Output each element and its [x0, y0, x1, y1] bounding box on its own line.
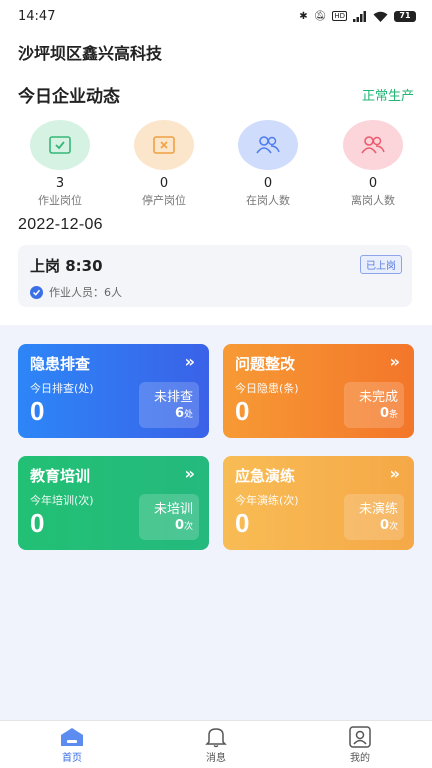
card-pending-box: 未演练 0次: [344, 494, 404, 540]
stat-label: 在岗人数: [246, 194, 290, 207]
mute-icon: 🔕︎: [313, 10, 327, 22]
pending-count: 0次: [174, 518, 193, 533]
pending-label: 未演练: [358, 502, 398, 517]
stat-work-posts[interactable]: 3 作业岗位: [15, 120, 105, 208]
card-value: 0: [235, 508, 250, 538]
home-icon: [61, 727, 83, 746]
pending-label: 未排查: [153, 390, 193, 405]
card-hazard-check[interactable]: 隐患排查 » 今日排查(处) 0 未排查 6处: [18, 344, 209, 438]
production-status[interactable]: 正常生产: [362, 85, 414, 104]
pending-count: 6处: [174, 406, 193, 421]
stat-label: 作业岗位: [38, 194, 82, 207]
shift-workers: 作业人员：6人: [30, 284, 122, 300]
profile-icon: [349, 725, 371, 748]
stat-stopped-posts[interactable]: 0 停产岗位: [119, 120, 209, 208]
company-name: 沙坪坝区鑫兴高科技: [18, 44, 163, 63]
check-circle-icon: [30, 285, 43, 299]
stat-on-duty[interactable]: 0 在岗人数: [223, 120, 313, 208]
nav-messages[interactable]: 消息: [144, 721, 288, 768]
dynamics-title: 今日企业动态: [18, 87, 120, 107]
x-box-icon: [153, 136, 175, 154]
card-sublabel: 今日排查(处): [30, 382, 94, 395]
status-bar: 14:47 ✱ 🔕︎ HD 71: [0, 0, 432, 32]
double-chevron-icon: »: [389, 464, 400, 483]
nav-home[interactable]: 首页: [0, 721, 144, 768]
current-date: 2022-12-06: [18, 216, 103, 233]
nav-label: 我的: [350, 752, 370, 764]
people-icon: [256, 136, 280, 154]
stat-value: 0: [263, 176, 273, 191]
signal-icon: [353, 10, 366, 22]
card-issue-rectify[interactable]: 问题整改 » 今日隐患(条) 0 未完成 0条: [223, 344, 414, 438]
shift-time: 上岗 8:30: [30, 257, 103, 275]
wifi-icon: [373, 11, 388, 22]
stat-value: 0: [159, 176, 169, 191]
pending-label: 未培训: [153, 502, 193, 517]
card-sublabel: 今年培训(次): [30, 494, 94, 507]
workers-count: 作业人员：6人: [49, 286, 122, 299]
status-icons: ✱ 🔕︎ HD 71: [299, 10, 416, 22]
stats-row: 3 作业岗位 0 停产岗位 0 在岗人数 0 离岗人数: [0, 120, 432, 210]
card-pending-box: 未完成 0条: [344, 382, 404, 428]
card-emergency-drill[interactable]: 应急演练 » 今年演练(次) 0 未演练 0次: [223, 456, 414, 550]
card-value: 0: [30, 508, 45, 538]
bell-icon: [205, 727, 227, 747]
battery-icon: 71: [394, 10, 416, 22]
status-time: 14:47: [18, 8, 56, 24]
nav-label: 消息: [206, 752, 226, 764]
card-sublabel: 今年演练(次): [235, 494, 299, 507]
card-pending-box: 未培训 0次: [139, 494, 199, 540]
card-title: 隐患排查: [30, 355, 91, 373]
stat-circle: [30, 120, 90, 170]
card-education-training[interactable]: 教育培训 » 今年培训(次) 0 未培训 0次: [18, 456, 209, 550]
stat-circle: [343, 120, 403, 170]
card-title: 应急演练: [235, 467, 296, 485]
shift-status-badge: 已上岗: [360, 255, 402, 274]
card-value: 0: [235, 396, 250, 426]
card-title: 教育培训: [30, 467, 91, 485]
card-sublabel: 今日隐患(条): [235, 382, 299, 395]
stat-off-duty[interactable]: 0 离岗人数: [328, 120, 418, 208]
stat-label: 停产岗位: [142, 194, 186, 207]
stat-circle: [238, 120, 298, 170]
double-chevron-icon: »: [184, 352, 195, 371]
card-title: 问题整改: [235, 355, 296, 373]
stat-value: 3: [55, 176, 65, 191]
nav-profile[interactable]: 我的: [288, 721, 432, 768]
nav-label: 首页: [62, 752, 82, 764]
pending-label: 未完成: [358, 390, 398, 405]
dynamics-header: 今日企业动态 正常生产: [18, 82, 414, 107]
card-pending-box: 未排查 6处: [139, 382, 199, 428]
double-chevron-icon: »: [184, 464, 195, 483]
pending-count: 0条: [379, 406, 398, 421]
pending-count: 0次: [379, 518, 398, 533]
card-value: 0: [30, 396, 45, 426]
hd-icon: HD: [332, 11, 347, 21]
shift-card[interactable]: 上岗 8:30 已上岗 作业人员：6人: [18, 245, 412, 307]
stat-value: 0: [368, 176, 378, 191]
bottom-nav: 首页 消息 我的: [0, 720, 432, 768]
double-chevron-icon: »: [389, 352, 400, 371]
stat-circle: [134, 120, 194, 170]
stat-label: 离岗人数: [351, 194, 395, 207]
people-icon: [361, 136, 385, 154]
checkbox-icon: [49, 136, 71, 154]
bluetooth-icon: ✱: [299, 10, 308, 22]
